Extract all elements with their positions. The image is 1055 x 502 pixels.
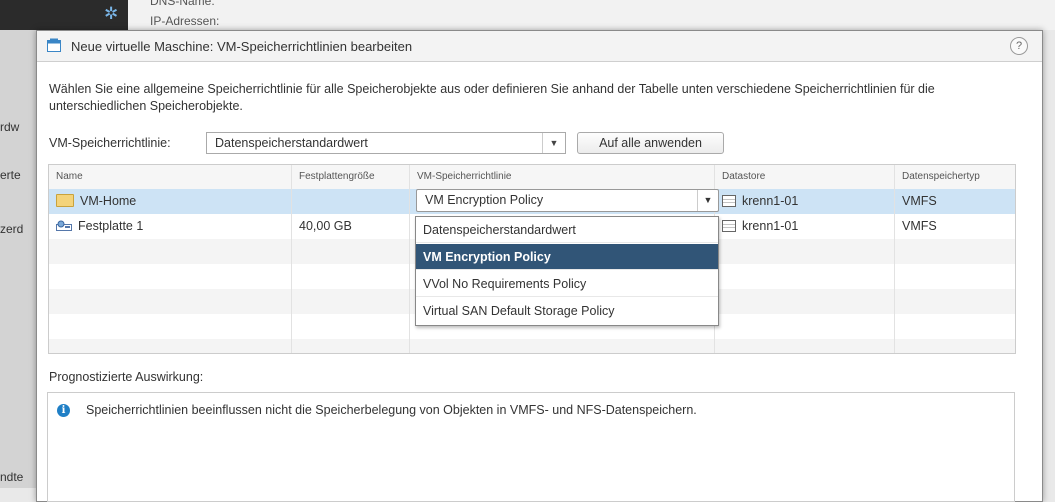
- dropdown-option[interactable]: Virtual SAN Default Storage Policy: [416, 298, 718, 324]
- chevron-down-icon[interactable]: ▼: [542, 133, 565, 153]
- vm-storage-policy-value: Datenspeicherstandardwert: [215, 136, 368, 150]
- row-size: 40,00 GB: [292, 214, 410, 239]
- row-datastore-cell: krenn1-01: [715, 214, 895, 239]
- row-name: Festplatte 1: [78, 219, 144, 233]
- bg-ip-label: IP-Adressen:: [150, 14, 220, 28]
- row-size: [292, 189, 410, 214]
- column-header-datastore[interactable]: Datastore: [715, 165, 895, 189]
- vm-icon: [47, 38, 61, 52]
- bg-left-label: erte: [0, 168, 21, 182]
- chevron-down-icon[interactable]: ▼: [697, 190, 718, 211]
- row-type: VMFS: [902, 219, 937, 233]
- column-header-name[interactable]: Name: [49, 165, 292, 189]
- info-icon: i: [57, 404, 70, 417]
- help-icon[interactable]: ?: [1010, 37, 1028, 55]
- bg-left-label: rdw: [0, 120, 20, 134]
- column-header-size[interactable]: Festplattengröße: [292, 165, 410, 189]
- row-name: VM-Home: [80, 194, 137, 208]
- bg-left-label: ndte: [0, 470, 24, 484]
- impact-label: Prognostizierte Auswirkung:: [49, 370, 204, 384]
- dialog-titlebar[interactable]: Neue virtuelle Maschine: VM-Speicherrich…: [37, 31, 1042, 62]
- row-policy-value: VM Encryption Policy: [425, 193, 544, 207]
- row-policy-select[interactable]: VM Encryption Policy ▼: [416, 189, 719, 212]
- row-datastore-cell: krenn1-01: [715, 189, 895, 214]
- row-datastore: krenn1-01: [742, 219, 799, 233]
- datastore-icon: [722, 194, 736, 207]
- edit-storage-policy-dialog: Neue virtuelle Maschine: VM-Speicherrich…: [36, 30, 1043, 502]
- column-header-datastore-type[interactable]: Datenspeichertyp: [895, 165, 1015, 189]
- bg-left-label: zerd: [0, 222, 24, 236]
- dropdown-option[interactable]: VVol No Requirements Policy: [416, 271, 718, 297]
- impact-box: i Speicherrichtlinien beeinflussen nicht…: [47, 392, 1015, 502]
- column-header-policy[interactable]: VM-Speicherrichtlinie: [410, 165, 715, 189]
- policy-dropdown-list: Datenspeicherstandardwert VM Encryption …: [415, 216, 719, 326]
- dialog-description: Wählen Sie eine allgemeine Speicherricht…: [49, 82, 935, 113]
- bg-dns-label: DNS-Name:: [150, 0, 215, 8]
- vm-storage-policy-select[interactable]: Datenspeicherstandardwert ▼: [206, 132, 566, 154]
- impact-text: Speicherrichtlinien beeinflussen nicht d…: [86, 403, 697, 417]
- datastore-icon: [722, 219, 736, 232]
- background-left-panel: [0, 30, 37, 488]
- hard-disk-icon: [56, 220, 72, 231]
- dialog-title: Neue virtuelle Maschine: VM-Speicherrich…: [71, 39, 413, 54]
- gear-icon[interactable]: ✲: [104, 5, 122, 23]
- empty-row: [49, 339, 1015, 353]
- dropdown-option[interactable]: Datenspeicherstandardwert: [416, 217, 718, 243]
- row-name-cell: VM-Home: [49, 189, 292, 214]
- dropdown-option-selected[interactable]: VM Encryption Policy: [416, 244, 718, 270]
- row-datastore: krenn1-01: [742, 194, 799, 208]
- row-name-cell: Festplatte 1: [49, 214, 292, 239]
- table-header: Name Festplattengröße VM-Speicherrichtli…: [49, 165, 1015, 190]
- vm-storage-policy-label: VM-Speicherrichtlinie:: [49, 136, 171, 150]
- row-type: VMFS: [902, 194, 937, 208]
- apply-to-all-button[interactable]: Auf alle anwenden: [577, 132, 724, 154]
- folder-icon: [56, 194, 74, 208]
